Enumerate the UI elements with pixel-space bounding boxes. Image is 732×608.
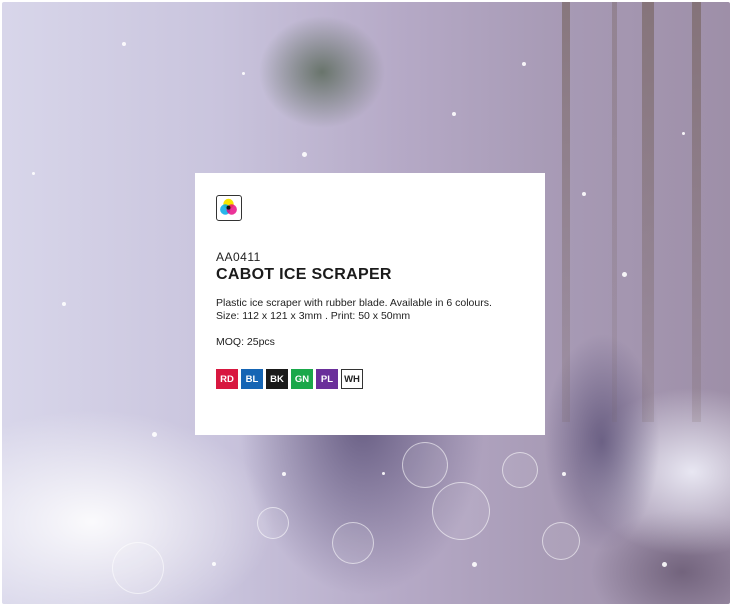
moq-text: MOQ: 25pcs: [216, 336, 275, 348]
snowflake: [522, 62, 526, 66]
tree-trunk: [642, 2, 654, 422]
colour-swatches: RD BL BK GN PL WH: [216, 369, 525, 389]
snowflake: [682, 132, 685, 135]
product-description: Plastic ice scraper with rubber blade. A…: [216, 297, 525, 323]
tree-trunk: [612, 2, 617, 422]
colour-swatch-bl[interactable]: BL: [241, 369, 263, 389]
snowflake: [452, 112, 456, 116]
snowflake: [302, 152, 307, 157]
cmyk-print-icon: [216, 195, 242, 221]
snowflake: [212, 562, 216, 566]
snowflake: [622, 272, 627, 277]
snowflake: [382, 472, 385, 475]
snowflake: [562, 472, 566, 476]
product-code: AA0411: [216, 250, 261, 264]
snow-bokeh: [432, 482, 490, 540]
tree-trunk: [692, 2, 701, 422]
colour-swatch-pl[interactable]: PL: [316, 369, 338, 389]
snowflake: [152, 432, 157, 437]
snow-bokeh: [257, 507, 289, 539]
snow-bokeh: [112, 542, 164, 594]
snow-bokeh: [332, 522, 374, 564]
size-text: Size: 112 x 121 x 3mm . Print: 50 x 50mm: [216, 310, 411, 322]
snow-bokeh: [542, 522, 580, 560]
tree-trunk: [562, 2, 570, 422]
snow-bokeh: [502, 452, 538, 488]
snowflake: [32, 172, 35, 175]
colour-swatch-bk[interactable]: BK: [266, 369, 288, 389]
snowflake: [582, 192, 586, 196]
colour-swatch-gn[interactable]: GN: [291, 369, 313, 389]
description-text: Plastic ice scraper with rubber blade. A…: [216, 297, 492, 309]
snowflake: [472, 562, 477, 567]
snowflake: [122, 42, 126, 46]
product-card: AA0411 CABOT ICE SCRAPER Plastic ice scr…: [195, 173, 545, 435]
background-photo: AA0411 CABOT ICE SCRAPER Plastic ice scr…: [2, 2, 730, 604]
colour-swatch-wh[interactable]: WH: [341, 369, 363, 389]
snowflake: [282, 472, 286, 476]
snow-bokeh: [402, 442, 448, 488]
snowflake: [242, 72, 245, 75]
product-title: CABOT ICE SCRAPER: [216, 266, 392, 283]
snowflake: [662, 562, 667, 567]
snowflake: [62, 302, 66, 306]
colour-swatch-rd[interactable]: RD: [216, 369, 238, 389]
